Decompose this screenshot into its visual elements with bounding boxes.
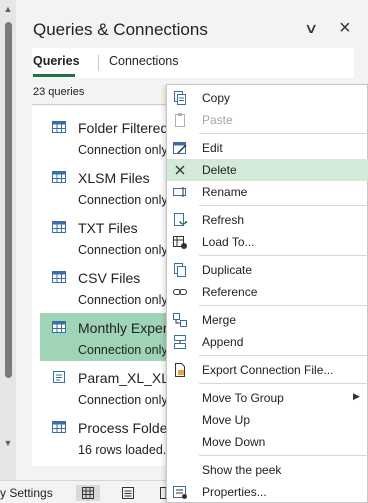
- copy-icon: [174, 91, 186, 105]
- refresh-icon: [174, 213, 188, 226]
- menu-item-load-to[interactable]: Load To...: [167, 231, 368, 253]
- menu-item-paste[interactable]: Paste: [167, 109, 368, 131]
- menu-item-copy[interactable]: Copy: [167, 87, 368, 109]
- table-icon: [52, 171, 66, 183]
- query-status: Connection only.: [78, 293, 171, 307]
- duplicate-icon: [174, 263, 186, 277]
- menu-item-properties[interactable]: Properties...: [167, 481, 368, 503]
- scroll-up-icon[interactable]: ▲: [3, 4, 13, 14]
- menu-item-rename[interactable]: Rename: [167, 181, 368, 203]
- load-to-icon: [173, 236, 187, 249]
- menu-separator: [199, 205, 368, 206]
- context-menu: Copy Paste Edit Delete Rename Refresh Lo…: [166, 84, 368, 503]
- menu-item-export-connection-file[interactable]: Export Connection File...: [167, 359, 368, 381]
- menu-item-label: Properties...: [202, 485, 267, 499]
- menu-separator: [199, 383, 368, 384]
- menu-separator: [199, 255, 368, 256]
- menu-item-label: Delete: [202, 163, 237, 177]
- menu-item-label: Move To Group: [202, 391, 284, 405]
- table-icon: [52, 121, 66, 133]
- page-layout-button[interactable]: [116, 485, 140, 501]
- menu-item-duplicate[interactable]: Duplicate: [167, 259, 368, 281]
- close-icon[interactable]: ×: [339, 17, 351, 40]
- menu-item-label: Refresh: [202, 213, 245, 227]
- menu-separator: [199, 455, 368, 456]
- query-status: Connection only.: [78, 143, 171, 157]
- parameter-icon: [53, 371, 65, 383]
- table-icon: [52, 271, 66, 283]
- append-icon: [174, 335, 186, 349]
- properties-icon: [173, 486, 187, 499]
- menu-item-merge[interactable]: Merge: [167, 309, 368, 331]
- grid-view-icon: [82, 487, 94, 499]
- rename-icon: [173, 187, 186, 197]
- query-status: Connection only.: [78, 193, 171, 207]
- table-icon: [52, 321, 66, 333]
- scrollbar-thumb[interactable]: [5, 22, 12, 378]
- menu-item-label: Export Connection File...: [202, 363, 334, 377]
- menu-separator: [199, 355, 368, 356]
- menu-item-move-to-group[interactable]: Move To Group ▶: [167, 387, 368, 409]
- menu-item-label: Merge: [202, 313, 237, 327]
- active-tab-indicator: [33, 74, 75, 77]
- normal-view-button[interactable]: [76, 485, 100, 501]
- table-icon: [52, 221, 66, 233]
- tab-connections[interactable]: Connections: [109, 54, 179, 68]
- menu-item-label: Reference: [202, 285, 258, 299]
- menu-item-move-up[interactable]: Move Up: [167, 409, 368, 431]
- menu-item-delete[interactable]: Delete: [167, 159, 368, 181]
- table-icon: [52, 421, 66, 433]
- delete-icon: [175, 165, 185, 175]
- menu-item-label: Edit: [202, 141, 223, 155]
- tab-divider: [98, 55, 99, 71]
- menu-item-label: Load To...: [202, 235, 255, 249]
- query-name: XLSM Files: [78, 170, 150, 186]
- menu-item-refresh[interactable]: Refresh: [167, 209, 368, 231]
- vertical-scrollbar[interactable]: ▲ ▼: [0, 0, 16, 480]
- menu-item-move-down[interactable]: Move Down: [167, 431, 368, 453]
- query-name: CSV Files: [78, 270, 141, 286]
- status-settings-text[interactable]: y Settings: [0, 486, 53, 500]
- menu-item-edit[interactable]: Edit: [167, 137, 368, 159]
- menu-item-label: Append: [202, 335, 244, 349]
- edit-icon: [173, 142, 187, 154]
- page-layout-icon: [122, 487, 134, 499]
- menu-item-label: Show the peek: [202, 463, 282, 477]
- query-count: 23 queries: [33, 86, 85, 98]
- query-status: 16 rows loaded.: [78, 443, 167, 457]
- query-status: Connection only.: [78, 243, 171, 257]
- menu-item-label: Paste: [202, 113, 233, 127]
- merge-icon: [173, 313, 187, 327]
- tab-queries[interactable]: Queries: [33, 54, 80, 68]
- menu-item-label: Copy: [202, 91, 231, 105]
- menu-item-label: Duplicate: [202, 263, 253, 277]
- menu-separator: [199, 133, 368, 134]
- scroll-down-icon[interactable]: ▼: [3, 438, 13, 448]
- query-status: Connection only.: [78, 343, 171, 357]
- menu-item-label: Move Up: [202, 413, 251, 427]
- pane-tabs: Queries Connections: [32, 48, 354, 78]
- menu-item-label: Move Down: [202, 435, 266, 449]
- menu-item-append[interactable]: Append: [167, 331, 368, 353]
- query-name: Process Folder: [78, 420, 173, 436]
- reference-icon: [173, 289, 187, 295]
- pane-title: Queries & Connections: [33, 20, 208, 39]
- query-name: Folder Filtered: [78, 120, 169, 136]
- menu-item-reference[interactable]: Reference: [167, 281, 368, 303]
- submenu-arrow-icon: ▶: [353, 391, 360, 401]
- menu-item-show-the-peek[interactable]: Show the peek: [167, 459, 368, 481]
- query-status: Connection only.: [78, 393, 171, 407]
- paste-icon: [175, 113, 185, 127]
- menu-separator: [199, 305, 368, 306]
- chevron-down-icon[interactable]: ∨: [304, 20, 318, 37]
- query-name: TXT Files: [78, 220, 138, 236]
- menu-item-label: Rename: [202, 185, 248, 199]
- export-icon: [175, 363, 185, 377]
